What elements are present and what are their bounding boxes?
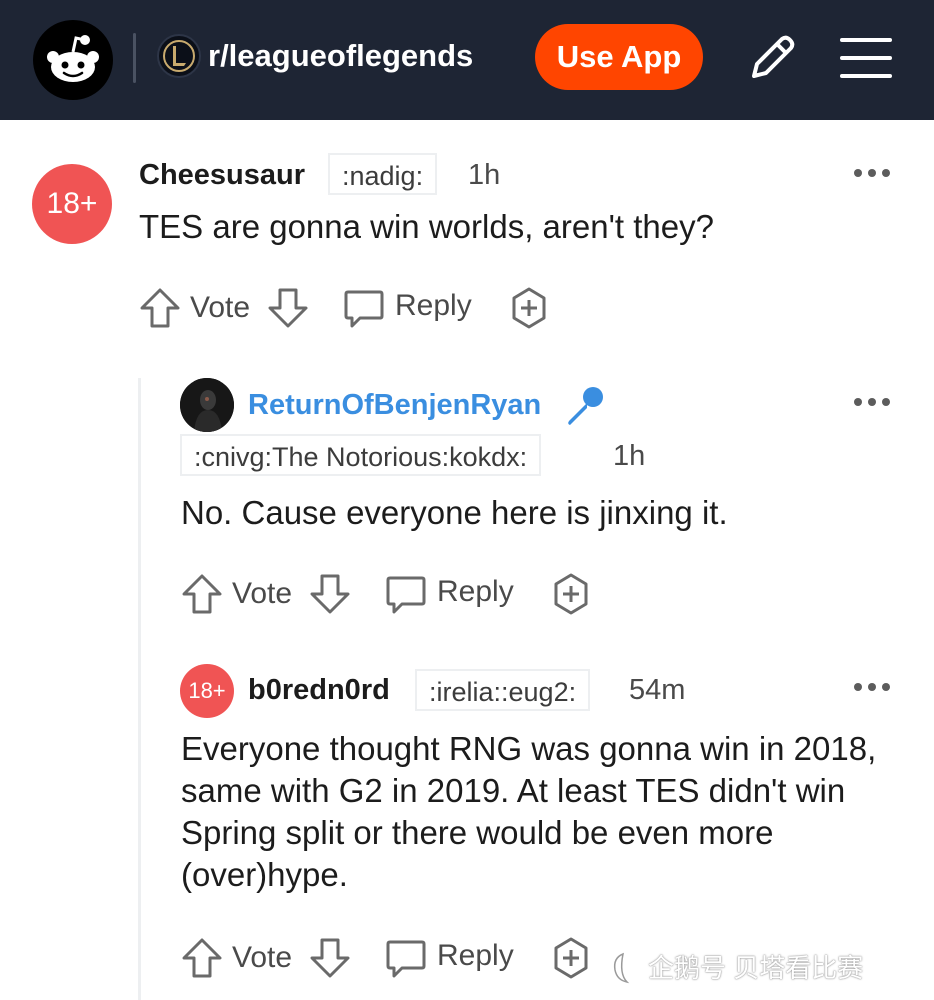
user-flair: :cnivg:The Notorious:kokdx:: [180, 434, 542, 476]
comment-body: Everyone thought RNG was gonna win in 20…: [181, 730, 877, 893]
timestamp: 54m: [629, 674, 686, 706]
vote-label: Vote: [232, 941, 293, 974]
more-options-icon[interactable]: [852, 679, 892, 695]
microphone-icon: [568, 387, 603, 425]
reddit-snoo-icon[interactable]: [33, 20, 113, 100]
thread-line[interactable]: [138, 378, 141, 1000]
username[interactable]: b0redn0rd: [248, 671, 390, 709]
downvote-icon[interactable]: [308, 936, 352, 980]
vote-label: Vote: [232, 577, 293, 610]
downvote-icon[interactable]: [266, 286, 310, 330]
timestamp: 1h: [468, 159, 501, 191]
comment-body: No. Cause everyone here is jinxing it.: [181, 494, 728, 531]
upvote-icon[interactable]: [180, 572, 224, 616]
user-flair: :irelia::eug2:: [415, 669, 591, 711]
reply-icon[interactable]: [342, 286, 386, 330]
avatar-18plus-badge[interactable]: 18+: [32, 164, 112, 244]
upvote-icon[interactable]: [138, 286, 182, 330]
reply-label[interactable]: Reply: [395, 286, 472, 326]
username[interactable]: ReturnOfBenjenRyan: [248, 386, 541, 424]
subreddit-name[interactable]: r/leagueoflegends: [208, 34, 473, 78]
award-icon[interactable]: [549, 572, 593, 616]
league-of-legends-icon[interactable]: [157, 34, 201, 78]
reply-icon[interactable]: [384, 572, 428, 616]
award-icon[interactable]: [507, 286, 551, 330]
use-app-button[interactable]: Use App: [535, 24, 703, 90]
watermark-text: 企鹅号 贝塔看比赛: [648, 953, 864, 983]
vote-label: Vote: [190, 291, 251, 324]
more-options-icon[interactable]: [852, 165, 892, 181]
timestamp: 1h: [613, 440, 646, 472]
upvote-icon[interactable]: [180, 936, 224, 980]
header-divider: [133, 33, 136, 83]
watermark-logo-icon: [613, 952, 630, 984]
downvote-icon[interactable]: [308, 572, 352, 616]
user-flair: :nadig:: [328, 153, 438, 195]
top-bar: r/leagueoflegends Use App: [0, 0, 934, 120]
reply-label[interactable]: Reply: [437, 572, 514, 612]
more-options-icon[interactable]: [852, 394, 892, 410]
reply-icon[interactable]: [384, 936, 428, 980]
avatar[interactable]: [180, 378, 234, 432]
username[interactable]: Cheesusaur: [139, 156, 305, 194]
comment-body: TES are gonna win worlds, aren't they?: [139, 208, 714, 245]
award-icon[interactable]: [549, 936, 593, 980]
avatar-18plus-badge[interactable]: 18+: [180, 664, 234, 718]
reply-label[interactable]: Reply: [437, 936, 514, 976]
hamburger-menu-icon[interactable]: [838, 34, 894, 82]
pencil-icon[interactable]: [744, 30, 800, 86]
